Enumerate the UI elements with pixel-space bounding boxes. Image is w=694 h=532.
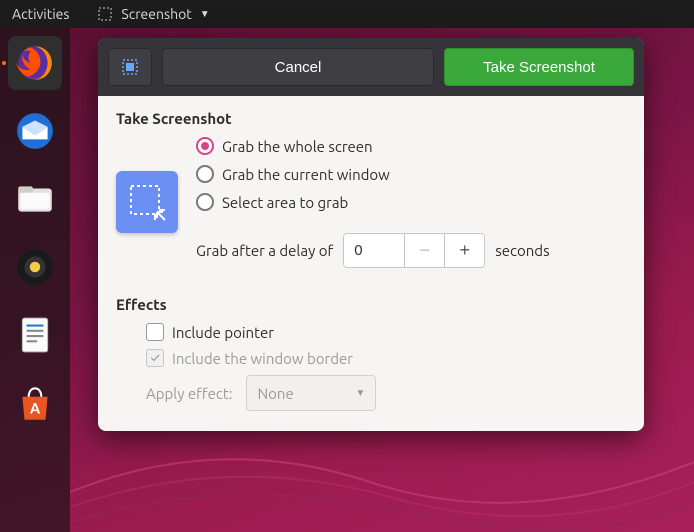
- dock-files[interactable]: [8, 172, 62, 226]
- chevron-down-icon: ▼: [200, 8, 210, 20]
- top-bar: Activities Screenshot ▼: [0, 0, 694, 28]
- dock-writer[interactable]: [8, 308, 62, 362]
- radio-label: Grab the current window: [222, 166, 390, 183]
- check-label: Include the window border: [172, 350, 353, 367]
- apply-effect-combo: None ▼: [246, 375, 376, 411]
- chevron-down-icon: ▼: [356, 387, 366, 399]
- selection-icon: [121, 58, 139, 76]
- thunderbird-icon: [14, 110, 56, 152]
- screenshot-mode-button[interactable]: [108, 48, 152, 86]
- screenshot-icon: [97, 6, 113, 22]
- cancel-button[interactable]: Cancel: [162, 48, 434, 86]
- radio-icon: [196, 193, 214, 211]
- capture-preview-icon: [116, 171, 178, 233]
- app-menu[interactable]: Screenshot ▼: [97, 6, 209, 22]
- delay-increment[interactable]: +: [444, 234, 484, 267]
- effects-section: Effects Include pointer Include the wind…: [116, 296, 626, 411]
- activities-button[interactable]: Activities: [12, 6, 69, 22]
- checkbox-icon: [146, 349, 164, 367]
- speaker-icon: [14, 246, 56, 288]
- area-select-icon: [127, 182, 167, 222]
- delay-suffix: seconds: [495, 242, 549, 259]
- shopping-bag-icon: A: [14, 382, 56, 424]
- screenshot-dialog: Cancel Take Screenshot Take Screenshot G…: [98, 38, 644, 431]
- svg-text:A: A: [30, 400, 41, 417]
- dialog-body: Take Screenshot Grab the whole screen Gr…: [98, 96, 644, 431]
- radio-label: Select area to grab: [222, 194, 348, 211]
- dialog-header: Cancel Take Screenshot: [98, 38, 644, 96]
- app-menu-label: Screenshot: [121, 6, 191, 22]
- delay-spinbutton: − +: [343, 233, 485, 268]
- dock-software[interactable]: A: [8, 376, 62, 430]
- firefox-icon: [14, 42, 56, 84]
- radio-icon: [196, 137, 214, 155]
- section-title-effects: Effects: [116, 296, 626, 313]
- apply-effect-label: Apply effect:: [146, 385, 232, 402]
- delay-row: Grab after a delay of − + seconds: [196, 233, 550, 268]
- dock: A: [0, 28, 70, 532]
- delay-prefix: Grab after a delay of: [196, 242, 333, 259]
- folder-icon: [14, 178, 56, 220]
- take-screenshot-button[interactable]: Take Screenshot: [444, 48, 634, 86]
- check-include-border: Include the window border: [146, 349, 626, 367]
- delay-decrement: −: [404, 234, 444, 267]
- check-include-pointer[interactable]: Include pointer: [146, 323, 626, 341]
- capture-options: Grab the whole screen Grab the current w…: [196, 137, 550, 268]
- radio-select-area[interactable]: Select area to grab: [196, 193, 550, 211]
- dock-firefox[interactable]: [8, 36, 62, 90]
- radio-icon: [196, 165, 214, 183]
- check-label: Include pointer: [172, 324, 274, 341]
- dock-thunderbird[interactable]: [8, 104, 62, 158]
- combo-value: None: [257, 385, 293, 402]
- apply-effect-row: Apply effect: None ▼: [146, 375, 626, 411]
- document-icon: [14, 314, 56, 356]
- radio-label: Grab the whole screen: [222, 138, 373, 155]
- delay-input[interactable]: [344, 234, 404, 267]
- dock-rhythmbox[interactable]: [8, 240, 62, 294]
- checkbox-icon: [146, 323, 164, 341]
- radio-whole-screen[interactable]: Grab the whole screen: [196, 137, 550, 155]
- radio-current-window[interactable]: Grab the current window: [196, 165, 550, 183]
- section-title-capture: Take Screenshot: [116, 110, 626, 127]
